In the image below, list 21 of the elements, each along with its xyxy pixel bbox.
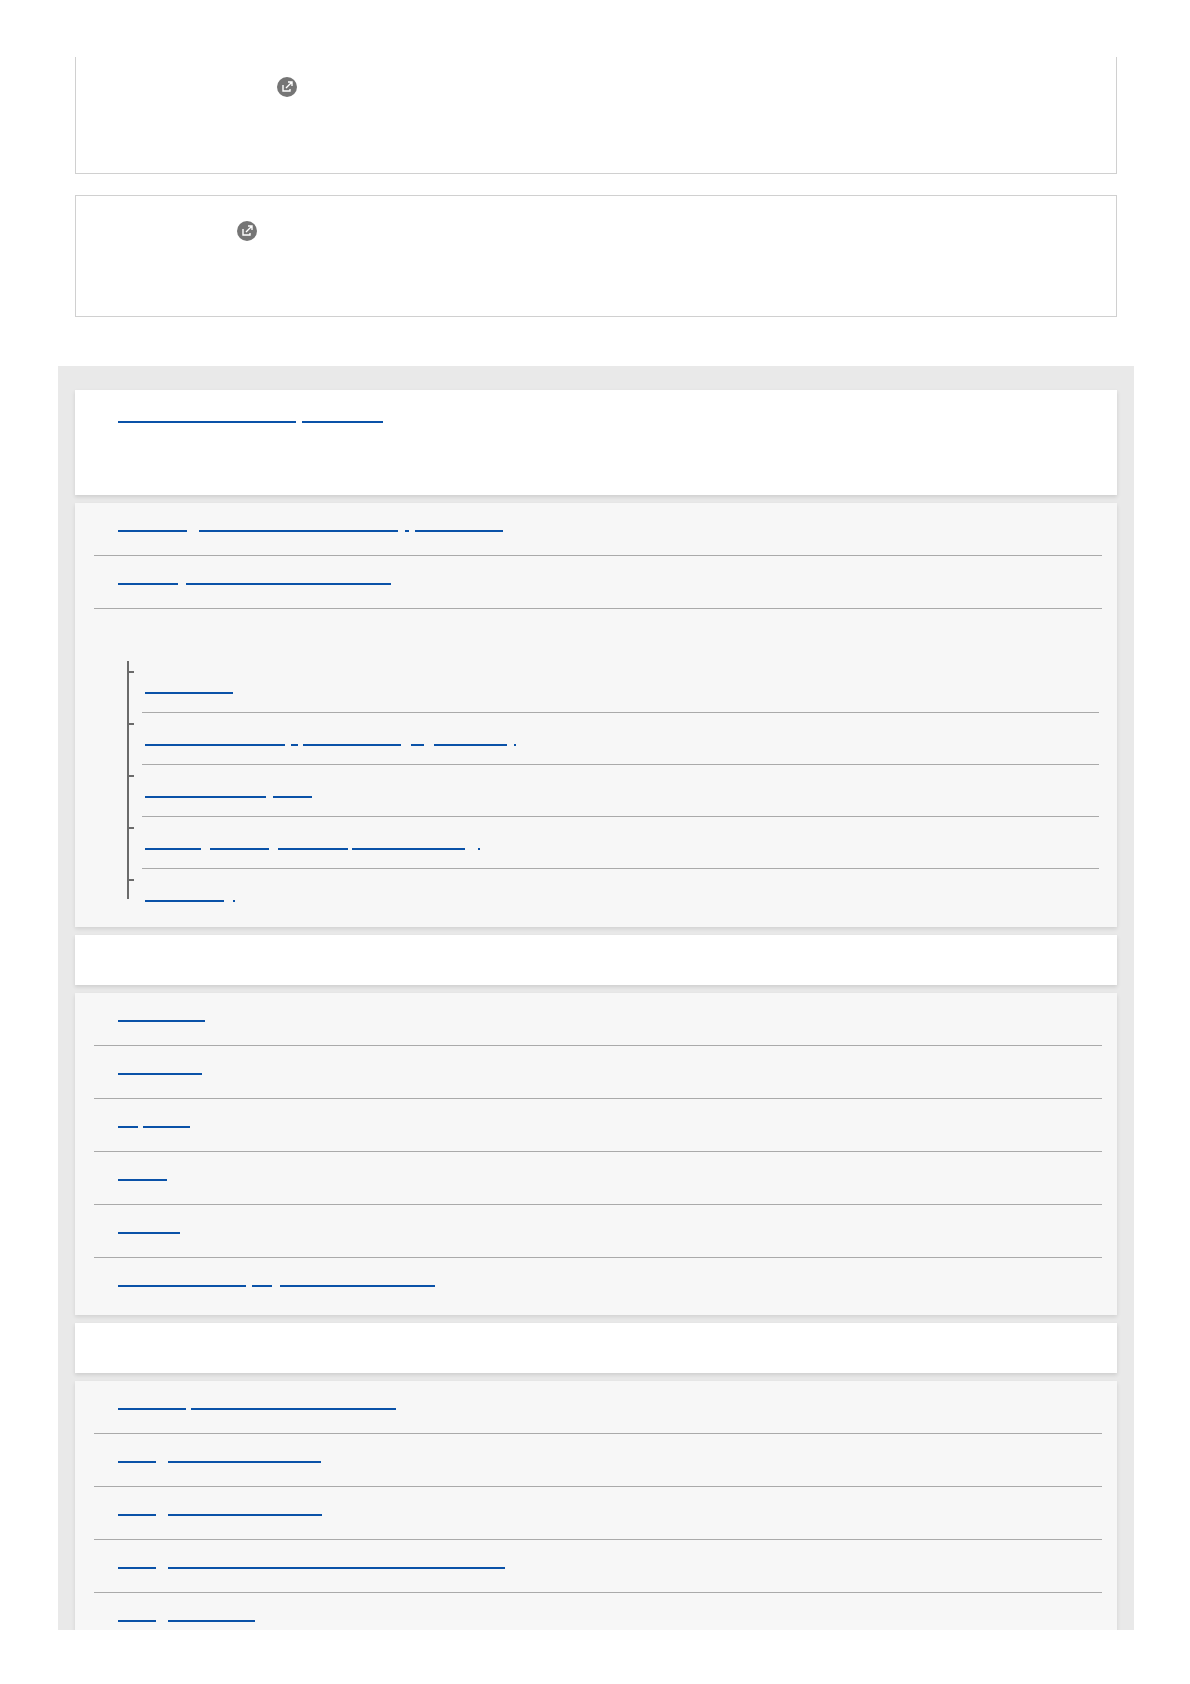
- external-link-icon[interactable]: [237, 221, 257, 241]
- link[interactable]: [118, 583, 391, 586]
- link[interactable]: [118, 1020, 205, 1023]
- link[interactable]: [118, 1514, 322, 1517]
- link[interactable]: [118, 1408, 396, 1411]
- link[interactable]: [118, 1126, 190, 1129]
- link[interactable]: [118, 1285, 435, 1288]
- link[interactable]: [118, 1073, 202, 1076]
- link[interactable]: [118, 530, 503, 533]
- link[interactable]: [145, 796, 312, 799]
- link[interactable]: [145, 744, 516, 747]
- link[interactable]: [118, 1232, 180, 1235]
- link[interactable]: [118, 421, 383, 424]
- external-link-icon[interactable]: [277, 77, 297, 97]
- link[interactable]: [145, 900, 235, 903]
- link[interactable]: [145, 692, 233, 695]
- link[interactable]: [145, 848, 480, 851]
- link[interactable]: [118, 1461, 321, 1464]
- link[interactable]: [118, 1179, 167, 1182]
- link[interactable]: [118, 1620, 255, 1623]
- link[interactable]: [118, 1567, 505, 1570]
